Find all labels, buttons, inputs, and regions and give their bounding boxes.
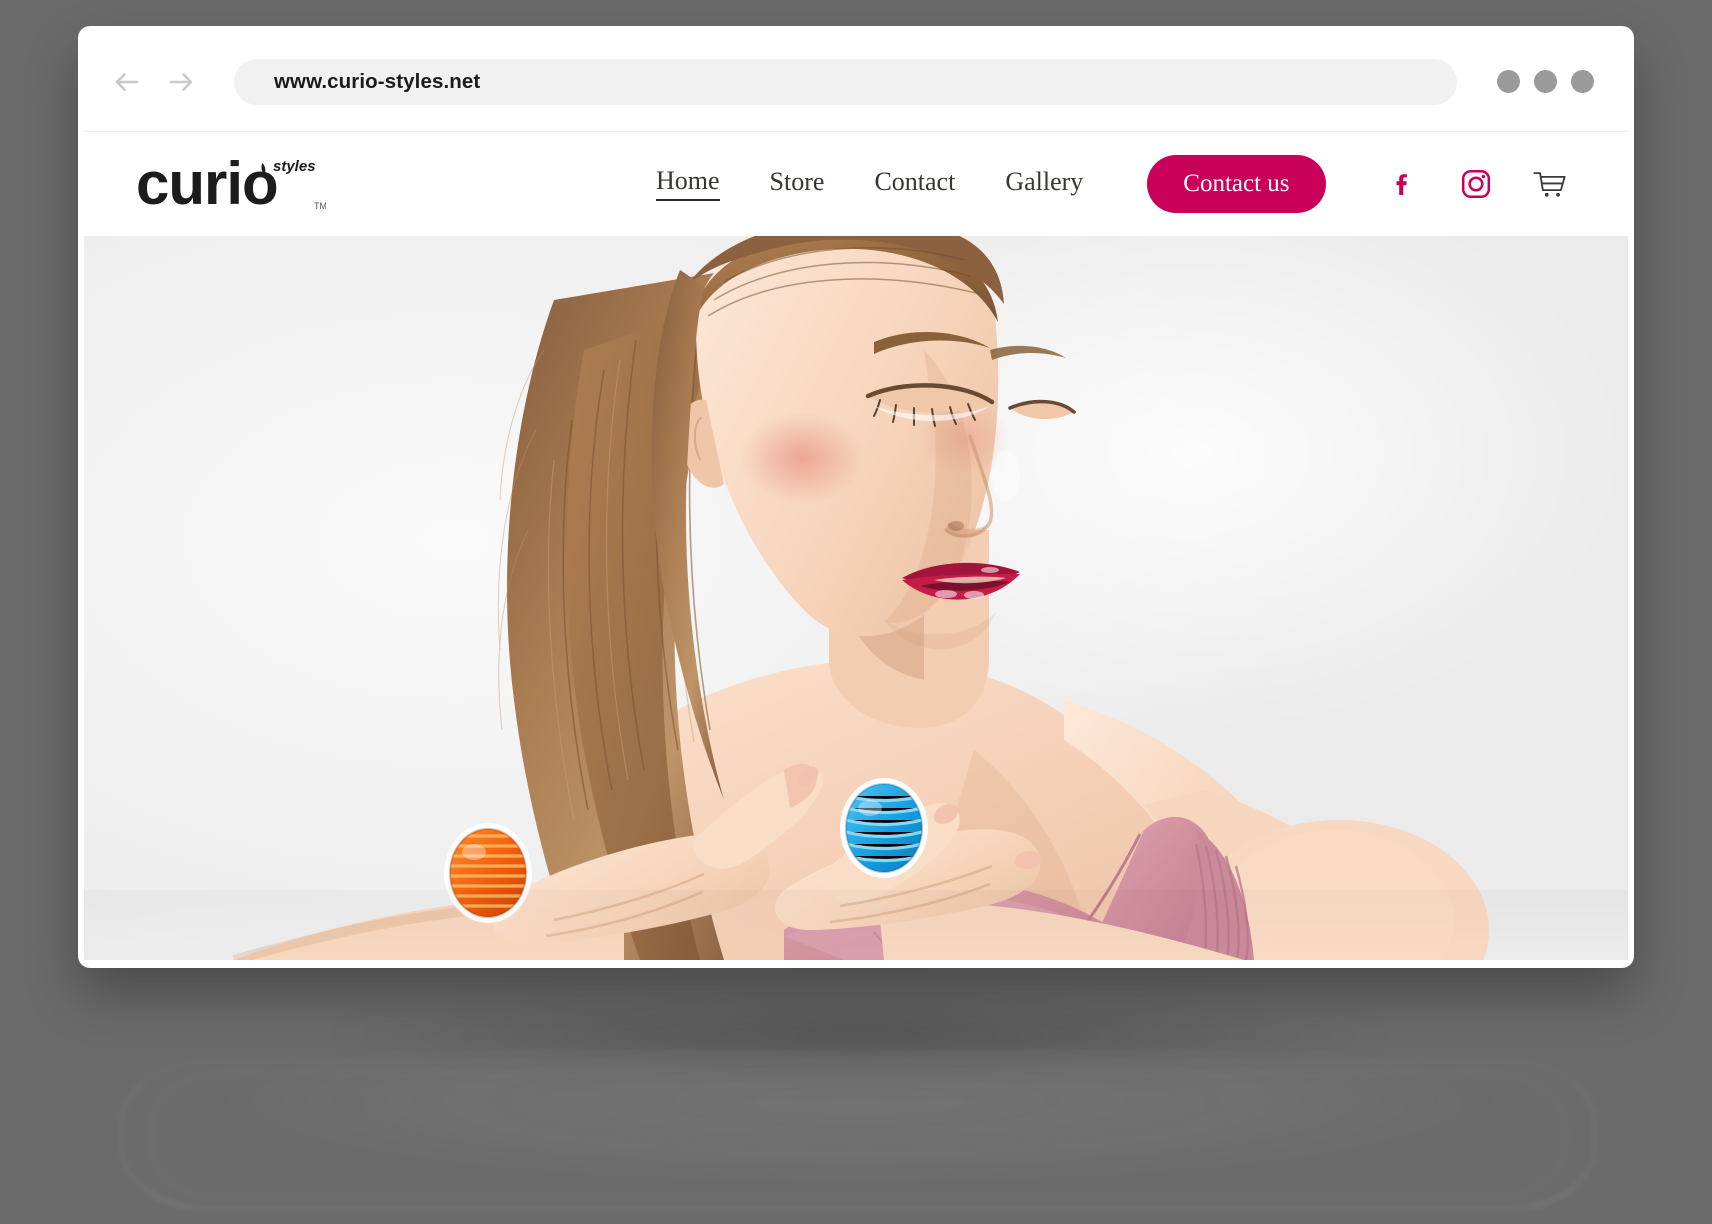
window-dot-3[interactable]: [1571, 70, 1594, 93]
site-header: curio styles TM Home Store Contact Galle…: [84, 132, 1628, 236]
pedestal-ring-inner: [150, 1072, 1566, 1200]
browser-chrome-bar: www.curio-styles.net: [84, 32, 1628, 132]
svg-text:TM: TM: [314, 201, 326, 211]
window-controls: [1497, 70, 1594, 93]
instagram-icon[interactable]: [1458, 166, 1494, 202]
forward-button[interactable]: [164, 65, 198, 99]
header-icon-group: [1384, 166, 1568, 202]
browser-window: www.curio-styles.net curio styles TM Hom…: [78, 26, 1634, 968]
svg-text:styles: styles: [273, 158, 316, 175]
nav-item-contact[interactable]: Contact: [874, 168, 955, 200]
address-bar-url: www.curio-styles.net: [274, 69, 481, 93]
hero-image: [84, 236, 1628, 960]
pedestal-glow: [108, 1050, 1608, 1220]
primary-navigation: Home Store Contact Gallery: [656, 167, 1083, 201]
window-dot-1[interactable]: [1497, 70, 1520, 93]
model-photograph: [84, 236, 1628, 960]
browser-navigation-controls: [110, 65, 198, 99]
nav-item-store[interactable]: Store: [770, 168, 825, 200]
site-logo[interactable]: curio styles TM: [136, 151, 326, 217]
contact-us-button[interactable]: Contact us: [1147, 155, 1326, 213]
nav-item-home[interactable]: Home: [656, 167, 720, 201]
mockup-stage: www.curio-styles.net curio styles TM Hom…: [0, 0, 1712, 1224]
pedestal-ring-outer: [120, 1060, 1596, 1210]
window-drop-shadow: [120, 980, 1598, 1090]
window-dot-2[interactable]: [1534, 70, 1557, 93]
blue-ring: [840, 778, 928, 878]
nav-item-gallery[interactable]: Gallery: [1005, 168, 1083, 200]
svg-text:curio: curio: [136, 151, 278, 217]
facebook-icon[interactable]: [1384, 166, 1420, 202]
address-bar[interactable]: www.curio-styles.net: [234, 58, 1457, 105]
shopping-cart-icon[interactable]: [1532, 166, 1568, 202]
back-button[interactable]: [110, 65, 144, 99]
